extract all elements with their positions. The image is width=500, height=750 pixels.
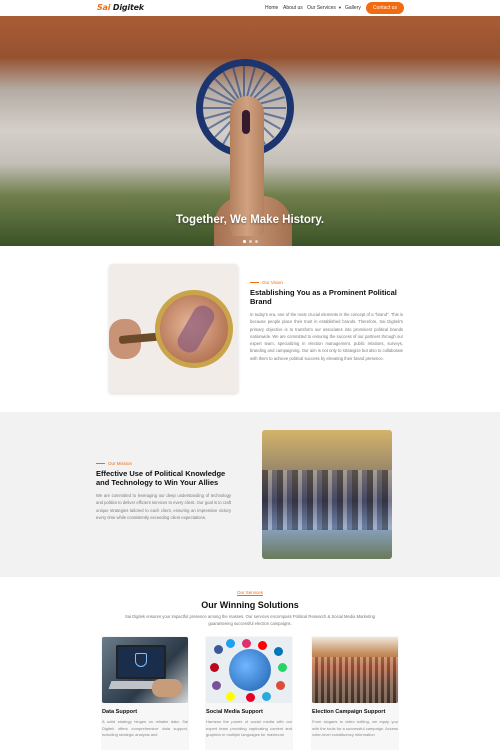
yahoo-icon <box>212 681 221 690</box>
service-card-title: Data Support <box>102 709 138 715</box>
skype-icon <box>262 692 271 701</box>
shield-icon <box>135 653 147 667</box>
snapchat-icon <box>226 692 235 701</box>
vision-title: Establishing You as a Prominent Politica… <box>250 288 397 306</box>
instagram-icon <box>242 639 251 648</box>
social-icon <box>246 693 255 702</box>
nav-gallery[interactable]: Gallery <box>345 5 361 11</box>
site-header: Sai Digitek Home About us Our Services ▼ … <box>0 0 500 16</box>
google-plus-icon <box>276 681 285 690</box>
services-eyebrow-label: Our Services <box>236 590 263 596</box>
pinterest-icon <box>210 663 219 672</box>
logo-accent: Sai <box>97 3 111 12</box>
twitter-icon <box>226 639 235 648</box>
logo-text: Digitek <box>112 3 144 12</box>
chevron-down-icon: ▼ <box>337 5 342 10</box>
logo[interactable]: Sai Digitek <box>97 3 144 12</box>
service-card-body: Harness the power of social media with o… <box>206 719 292 738</box>
mission-eyebrow-label: Our Mission <box>108 461 133 466</box>
globe-icon <box>229 649 271 691</box>
facebook-icon <box>214 645 223 654</box>
mission-section-bg <box>0 412 500 577</box>
whatsapp-icon <box>278 663 287 672</box>
hero-banner <box>0 16 500 246</box>
social-globe-image <box>206 637 292 703</box>
vision-image <box>109 264 238 393</box>
nav-services-label: Our Services <box>307 5 336 11</box>
mission-eyebrow: Our Mission <box>96 461 231 466</box>
slider-dot[interactable] <box>243 240 246 243</box>
youtube-icon <box>258 641 267 650</box>
service-card-body: A solid strategy hinges on reliable data… <box>102 719 188 738</box>
mission-title: Effective Use of Political Knowledge and… <box>96 469 226 487</box>
laptop-image <box>102 637 188 703</box>
vision-section: Our Vision Establishing You as a Promine… <box>250 280 403 362</box>
nav-about[interactable]: About us <box>283 5 303 11</box>
vision-body: In today's era, one of the most crucial … <box>250 312 403 361</box>
service-card-election-campaign[interactable]: Election Campaign Support From slogans t… <box>311 636 399 750</box>
mission-image <box>262 430 392 559</box>
services-subtitle: Sai Digitek ensures your impactful prese… <box>125 614 375 626</box>
slider-dot[interactable] <box>255 240 258 243</box>
mission-body: We are committed to leveraging our deep … <box>96 493 231 520</box>
slider-dot[interactable] <box>249 240 252 243</box>
services-eyebrow: Our Services <box>0 590 500 596</box>
vision-eyebrow-label: Our Vision <box>262 280 283 285</box>
hero-title: Together, We Make History. <box>175 214 325 226</box>
nav-home[interactable]: Home <box>265 5 278 11</box>
service-card-data-support[interactable]: Data Support A solid strategy hinges on … <box>101 636 189 750</box>
campaign-crowd-image <box>312 637 398 703</box>
services-title: Our Winning Solutions <box>201 600 299 610</box>
contact-button[interactable]: Contact us <box>366 2 404 14</box>
linkedin-icon <box>274 647 283 656</box>
vision-eyebrow: Our Vision <box>250 280 403 285</box>
slider-dots <box>243 240 258 243</box>
service-card-social-media[interactable]: Social Media Support Harness the power o… <box>205 636 293 750</box>
mission-section: Our Mission Effective Use of Political K… <box>96 461 231 521</box>
services-header: Our Services Our Winning Solutions Sai D… <box>0 590 500 627</box>
service-card-title: Election Campaign Support <box>312 709 386 715</box>
service-card-body: From slogans to video editing, we equip … <box>312 719 398 738</box>
service-card-title: Social Media Support <box>206 709 263 715</box>
nav-services[interactable]: Our Services ▼ <box>307 5 342 11</box>
